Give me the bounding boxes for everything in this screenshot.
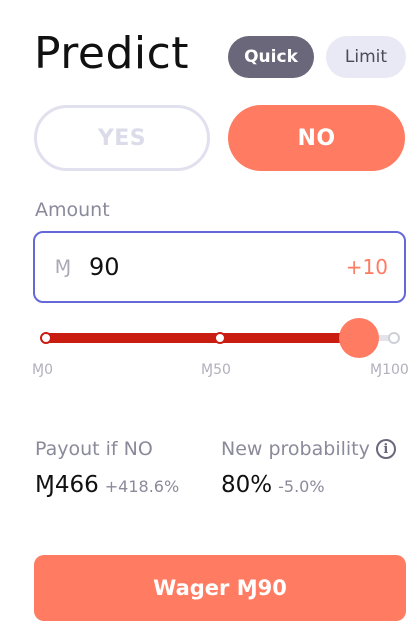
payout-stat: Payout if NO Ɱ466 +418.6% xyxy=(35,438,179,498)
quick-mode-button[interactable]: Quick xyxy=(228,36,314,78)
payout-delta: +418.6% xyxy=(104,477,180,496)
probability-stat: New probability i 80% -5.0% xyxy=(221,438,396,498)
info-icon[interactable]: i xyxy=(375,439,396,459)
slider-max-label: Ɱ100 xyxy=(370,362,409,378)
slider-min-label: Ɱ0 xyxy=(32,362,53,378)
slider-handle[interactable] xyxy=(339,318,379,358)
amount-label: Amount xyxy=(35,199,110,221)
limit-mode-button[interactable]: Limit xyxy=(326,36,406,78)
page-title: Predict xyxy=(34,28,190,79)
slider-mark-100 xyxy=(388,332,400,344)
slider-mark-50 xyxy=(214,332,226,344)
probability-value: 80% xyxy=(221,472,273,498)
probability-delta: -5.0% xyxy=(278,477,325,496)
wager-button[interactable]: Wager Ɱ90 xyxy=(34,555,406,621)
amount-slider[interactable] xyxy=(34,318,404,358)
slider-mid-label: Ɱ50 xyxy=(201,362,231,378)
slider-mark-0 xyxy=(40,332,52,344)
outcome-selector: YES NO xyxy=(34,105,405,171)
mana-icon: Ɱ xyxy=(54,256,72,278)
no-button[interactable]: NO xyxy=(228,105,405,171)
slider-fill xyxy=(44,333,359,343)
payout-label: Payout if NO xyxy=(35,438,153,460)
probability-label: New probability xyxy=(221,438,370,460)
amount-value[interactable]: 90 xyxy=(89,253,346,281)
amount-input[interactable]: Ɱ 90 +10 xyxy=(33,231,406,303)
payout-value: Ɱ466 xyxy=(35,472,99,498)
increment-button[interactable]: +10 xyxy=(346,255,388,279)
mode-toggle: Quick Limit xyxy=(228,36,406,78)
yes-button[interactable]: YES xyxy=(34,105,210,171)
